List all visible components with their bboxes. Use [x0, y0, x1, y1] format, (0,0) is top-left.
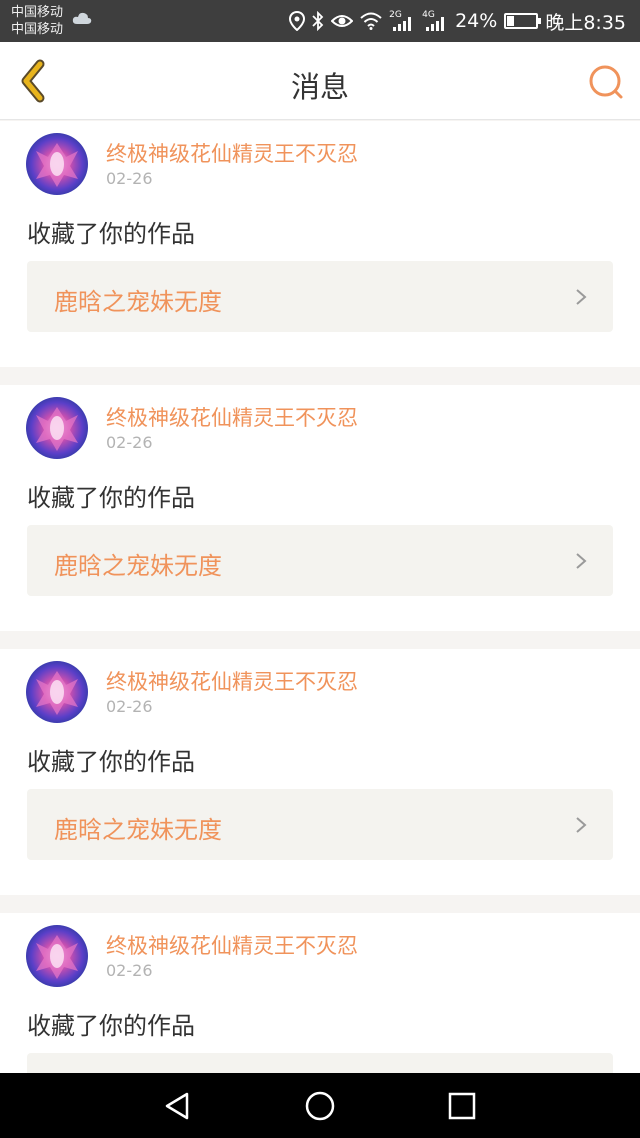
carrier-1: 中国移动 [11, 5, 64, 20]
carrier-labels: 中国移动 中国移动 [11, 4, 63, 38]
message-card: 终极神级花仙精灵王不灭忍 02-26 收藏了你的作品 鹿晗之宠妹无度 [0, 649, 640, 895]
clock: 晚上8:35 [545, 11, 626, 34]
back-triangle-icon[interactable] [161, 1090, 193, 1122]
header: 消息 [0, 42, 640, 120]
message-action: 收藏了你的作品 [27, 484, 195, 512]
eye-icon [331, 15, 354, 27]
username[interactable]: 终极神级花仙精灵王不灭忍 [106, 930, 358, 960]
work-title: 鹿晗之宠妹无度 [54, 288, 222, 316]
username[interactable]: 终极神级花仙精灵王不灭忍 [106, 402, 358, 432]
avatar[interactable] [26, 397, 88, 459]
signal-bars-icon [426, 17, 445, 31]
message-date: 02-26 [106, 697, 153, 716]
battery-level [507, 16, 515, 26]
cloud-icon [72, 12, 92, 24]
avatar[interactable] [26, 661, 88, 723]
avatar[interactable] [26, 133, 88, 195]
work-title: 鹿晗之宠妹无度 [54, 816, 222, 844]
message-action: 收藏了你的作品 [27, 748, 195, 776]
chevron-right-icon [576, 289, 587, 305]
system-navigation-bar [0, 1073, 640, 1138]
message-date: 02-26 [106, 169, 153, 188]
avatar[interactable] [26, 925, 88, 987]
chevron-right-icon [576, 817, 587, 833]
message-card: 终极神级花仙精灵王不灭忍 02-26 收藏了你的作品 鹿晗之宠妹无度 [0, 385, 640, 631]
home-circle-icon[interactable] [304, 1090, 336, 1122]
message-action: 收藏了你的作品 [27, 1012, 195, 1040]
username[interactable]: 终极神级花仙精灵王不灭忍 [106, 138, 358, 168]
chevron-right-icon [576, 553, 587, 569]
search-icon[interactable] [586, 62, 626, 102]
recents-square-icon[interactable] [446, 1090, 478, 1122]
work-link[interactable]: 鹿晗之宠妹无度 [27, 789, 613, 860]
battery-percent: 24% [455, 10, 498, 32]
message-action: 收藏了你的作品 [27, 220, 195, 248]
status-bar: 中国移动 中国移动 2G 4G 24% 晚上8:35 [0, 0, 640, 42]
username[interactable]: 终极神级花仙精灵王不灭忍 [106, 666, 358, 696]
signal-2: 4G [422, 10, 448, 32]
work-link[interactable] [27, 1053, 613, 1073]
message-card: 终极神级花仙精灵王不灭忍 02-26 收藏了你的作品 [0, 913, 640, 1073]
wifi-icon [360, 12, 382, 30]
message-list[interactable]: 终极神级花仙精灵王不灭忍 02-26 收藏了你的作品 鹿晗之宠妹无度 终极神级花… [0, 121, 640, 1073]
signal-bars-icon [393, 17, 412, 31]
work-link[interactable]: 鹿晗之宠妹无度 [27, 525, 613, 596]
work-title: 鹿晗之宠妹无度 [54, 552, 222, 580]
bluetooth-icon [312, 11, 324, 31]
message-date: 02-26 [106, 433, 153, 452]
message-card: 终极神级花仙精灵王不灭忍 02-26 收藏了你的作品 鹿晗之宠妹无度 [0, 121, 640, 367]
signal-1: 2G [389, 10, 415, 32]
location-icon [289, 11, 306, 31]
carrier-2: 中国移动 [11, 22, 64, 37]
page-title: 消息 [290, 70, 349, 104]
work-link[interactable]: 鹿晗之宠妹无度 [27, 261, 613, 332]
battery-icon [504, 13, 542, 29]
message-date: 02-26 [106, 961, 153, 980]
